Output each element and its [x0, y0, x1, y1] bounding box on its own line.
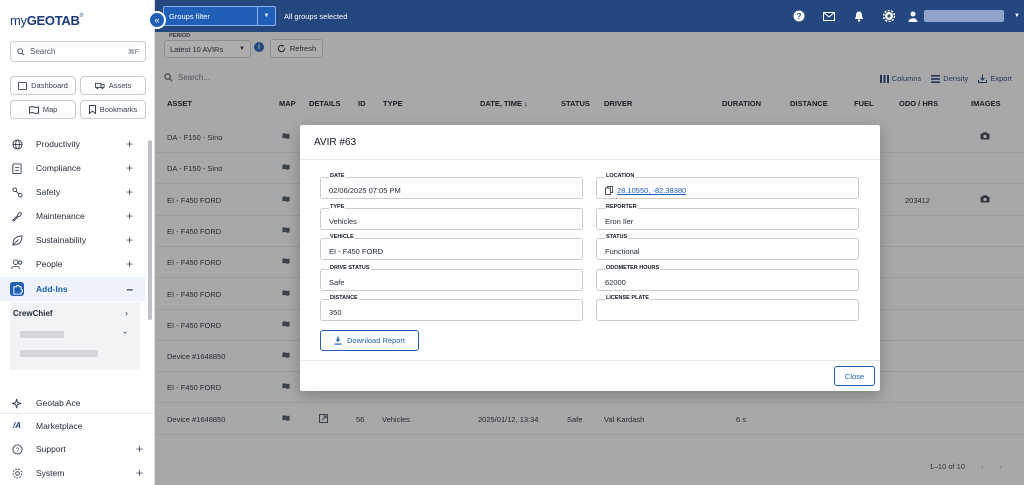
- sidebar-search-input[interactable]: Search ⌘F: [10, 41, 146, 62]
- location-link[interactable]: 28.10550, -82.38380: [617, 186, 686, 195]
- sidebar-item-compliance[interactable]: Compliance +: [0, 156, 145, 180]
- sidebar-sub-item-crewchief[interactable]: CrewChief: [13, 309, 53, 318]
- sidebar-item-support[interactable]: ? Support +: [0, 437, 155, 461]
- groups-filter-dropdown[interactable]: Groups filter ▼: [163, 6, 276, 26]
- globe-icon: [10, 137, 24, 151]
- license-plate-field: LICENSE PLATE: [596, 295, 859, 321]
- map-icon: [28, 105, 39, 114]
- avir-modal: AVIR #63 DATE 02/06/2025 07:05 PM LOCATI…: [300, 125, 880, 391]
- bell-icon[interactable]: [844, 0, 874, 32]
- leaf-icon: [10, 233, 24, 247]
- sidebar-item-sustainability[interactable]: Sustainability +: [0, 228, 145, 252]
- collapse-icon[interactable]: –: [126, 282, 133, 296]
- caret-down-icon: ▼: [257, 7, 275, 25]
- location-field: LOCATION 28.10550, -82.38380: [596, 173, 859, 199]
- safety-icon: [10, 185, 24, 199]
- user-name-redacted[interactable]: [924, 10, 1004, 22]
- svg-text:?: ?: [15, 446, 19, 453]
- divider: [300, 360, 880, 361]
- sidebar-item-system[interactable]: System +: [0, 461, 155, 485]
- sidebar-item-add-ins[interactable]: Add-Ins –: [0, 277, 145, 301]
- truck-icon: [94, 82, 105, 90]
- user-icon[interactable]: [904, 0, 922, 32]
- bookmarks-button[interactable]: Bookmarks: [80, 100, 146, 119]
- gear-icon: [10, 466, 24, 480]
- expand-icon[interactable]: +: [126, 233, 133, 247]
- sidebar-item-productivity[interactable]: Productivity +: [0, 132, 145, 156]
- help-icon: ?: [10, 442, 24, 456]
- geotab-logo[interactable]: myGEOTAB®: [10, 13, 83, 28]
- type-field: TYPE Vehicles: [320, 204, 583, 230]
- gear-icon[interactable]: [874, 0, 904, 32]
- expand-icon[interactable]: +: [126, 161, 133, 175]
- sidebar-scrollbar[interactable]: [148, 140, 152, 320]
- mail-icon[interactable]: [814, 0, 844, 32]
- caret-down-icon[interactable]: ▼: [1010, 0, 1024, 32]
- expand-icon[interactable]: +: [136, 442, 143, 456]
- sidebar-item-geotab-ace[interactable]: Geotab Ace: [0, 391, 155, 415]
- puzzle-icon: [10, 282, 24, 296]
- top-bar: Groups filter ▼ All groups selected ? ▼: [155, 0, 1024, 32]
- sidebar: myGEOTAB® Search ⌘F Dashboard Assets Map…: [0, 0, 155, 485]
- sidebar-item-marketplace[interactable]: /A Marketplace: [0, 413, 155, 437]
- clipboard-icon: [10, 161, 24, 175]
- expand-icon[interactable]: +: [126, 137, 133, 151]
- redacted-item[interactable]: [20, 350, 98, 357]
- expand-icon[interactable]: +: [126, 209, 133, 223]
- assets-button[interactable]: Assets: [80, 76, 146, 95]
- vehicle-field: VEHICLE EI - F450 FORD: [320, 234, 583, 260]
- sparkle-icon: [10, 396, 24, 410]
- help-icon[interactable]: ?: [784, 0, 814, 32]
- search-placeholder: Search: [30, 47, 56, 56]
- modal-title: AVIR #63: [314, 137, 357, 148]
- groups-status: All groups selected: [284, 12, 348, 21]
- expand-icon[interactable]: +: [126, 185, 133, 199]
- copy-icon[interactable]: [605, 186, 613, 195]
- collapse-sidebar-button[interactable]: «: [148, 11, 166, 29]
- marketplace-icon: /A: [13, 421, 21, 430]
- map-button[interactable]: Map: [10, 100, 76, 119]
- wrench-icon: [10, 209, 24, 223]
- expand-icon[interactable]: +: [126, 257, 133, 271]
- expand-icon[interactable]: +: [136, 466, 143, 480]
- chevron-right-icon[interactable]: ›: [125, 308, 128, 318]
- sidebar-item-safety[interactable]: Safety +: [0, 180, 145, 204]
- reporter-field: REPORTER Eron Iler: [596, 204, 859, 230]
- odometer-hours-field: ODOMETER HOURS 62000: [596, 265, 859, 291]
- svg-text:?: ?: [797, 12, 802, 21]
- redacted-item[interactable]: [20, 331, 64, 338]
- chevron-down-icon[interactable]: ›: [121, 331, 130, 334]
- sidebar-item-maintenance[interactable]: Maintenance +: [0, 204, 145, 228]
- sidebar-item-people[interactable]: People +: [0, 252, 145, 276]
- download-icon: [334, 336, 342, 345]
- close-button[interactable]: Close: [834, 366, 875, 386]
- drive-status-field: DRIVE STATUS Safe: [320, 265, 583, 291]
- status-field: STATUS Functional: [596, 234, 859, 260]
- download-report-button[interactable]: Download Report: [320, 330, 419, 351]
- dashboard-button[interactable]: Dashboard: [10, 76, 76, 95]
- search-icon: [17, 47, 25, 56]
- search-shortcut: ⌘F: [127, 48, 139, 56]
- dashboard-icon: [18, 81, 28, 90]
- bookmark-icon: [88, 105, 96, 114]
- people-icon: [10, 257, 24, 271]
- date-field: DATE 02/06/2025 07:05 PM: [320, 173, 583, 199]
- distance-field: DISTANCE 350: [320, 295, 583, 321]
- divider: [300, 159, 880, 160]
